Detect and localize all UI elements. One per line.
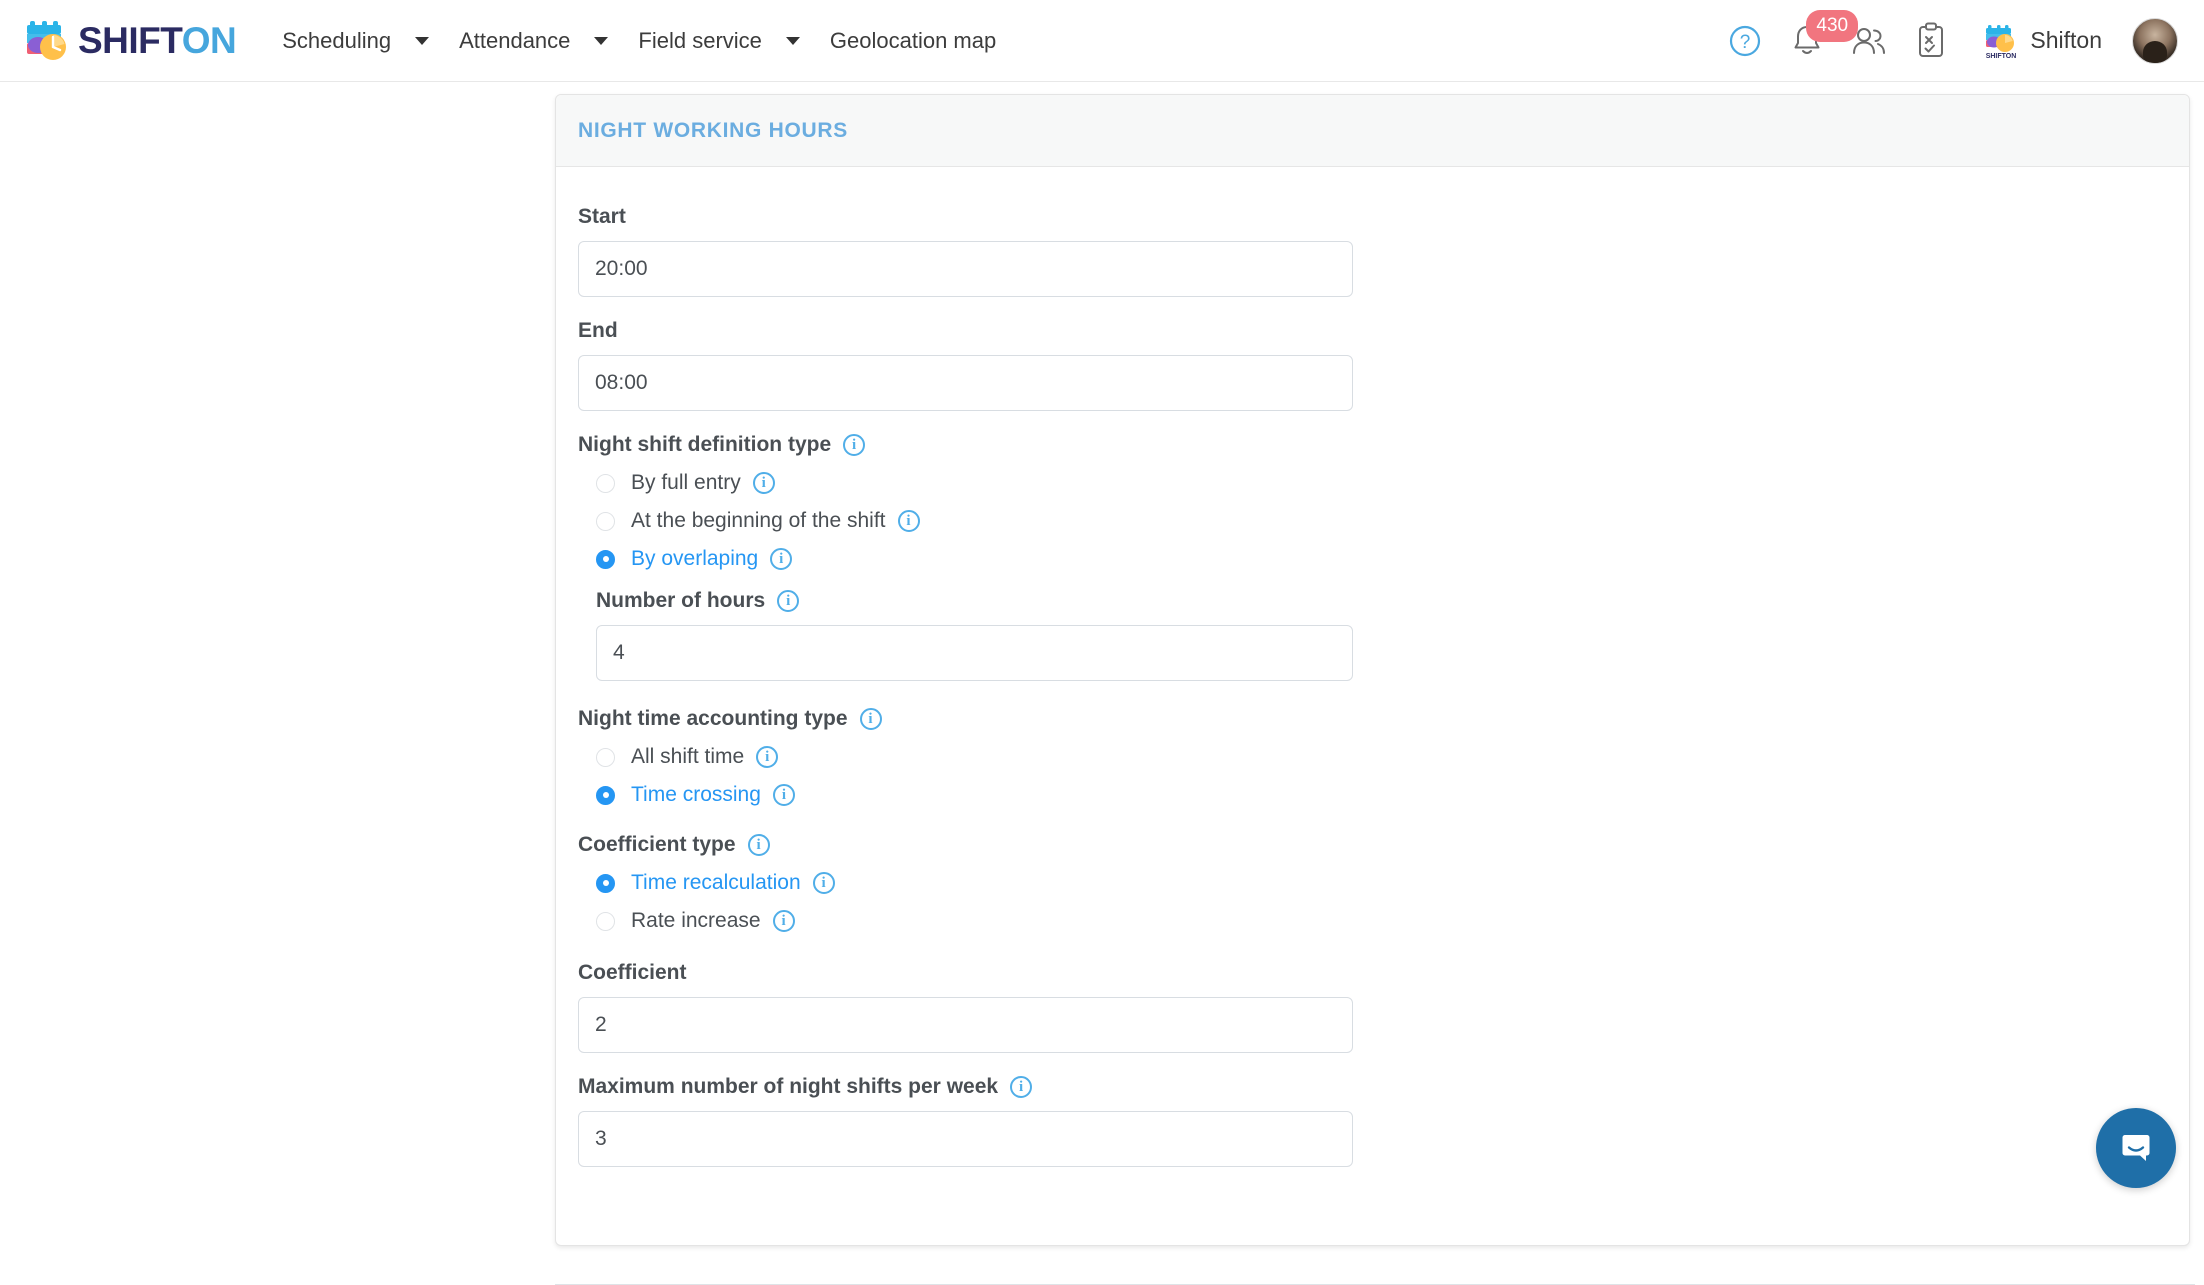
page-content: NIGHT WORKING HOURS Start 20:00 End 08:0… [0, 82, 2204, 1214]
radio-at-beginning-of-shift[interactable]: At the beginning of the shift i [596, 509, 2167, 533]
app-logo[interactable]: SHIFTON [24, 19, 236, 63]
chevron-down-icon-scheduling[interactable] [415, 37, 429, 45]
start-label: Start [578, 205, 2167, 229]
coefficient-type-label: Coefficient type i [578, 833, 2167, 857]
info-icon-time-recalculation[interactable]: i [813, 872, 835, 894]
radio-indicator-time-recalculation[interactable] [596, 874, 615, 893]
coefficient-type-label-text: Coefficient type [578, 833, 736, 857]
svg-text:?: ? [1740, 32, 1751, 53]
number-of-hours-input[interactable]: 4 [596, 625, 1353, 681]
chat-widget-button[interactable] [2096, 1108, 2176, 1188]
info-icon-rate-increase[interactable]: i [773, 910, 795, 932]
svg-text:SHIFTON: SHIFTON [1986, 53, 2017, 60]
info-icon-max-night-shifts[interactable]: i [1010, 1076, 1032, 1098]
logo-word-on: ON [182, 20, 237, 61]
radio-rate-increase[interactable]: Rate increase i [596, 909, 2167, 933]
start-label-text: Start [578, 205, 626, 229]
radio-label-time-crossing: Time crossing [631, 783, 761, 807]
radio-all-shift-time[interactable]: All shift time i [596, 745, 2167, 769]
info-icon-coefficient-type[interactable]: i [748, 834, 770, 856]
company-name-label: Shifton [2030, 27, 2102, 54]
radio-indicator-all-shift-time[interactable] [596, 748, 615, 767]
coefficient-label: Coefficient [578, 961, 2167, 985]
night-working-hours-card: NIGHT WORKING HOURS Start 20:00 End 08:0… [555, 94, 2190, 1246]
tasks-clipboard-icon[interactable] [1900, 18, 1962, 64]
info-icon-accounting-type[interactable]: i [860, 708, 882, 730]
info-icon-all-shift-time[interactable]: i [756, 746, 778, 768]
info-icon-number-of-hours[interactable]: i [777, 590, 799, 612]
top-navigation-bar: SHIFTON Scheduling Attendance Field serv… [0, 0, 2204, 82]
radio-label-time-recalculation: Time recalculation [631, 871, 801, 895]
number-of-hours-label-text: Number of hours [596, 589, 765, 613]
nav-item-geolocation-map[interactable]: Geolocation map [820, 0, 1006, 81]
nav-label-attendance: Attendance [459, 28, 570, 54]
radio-indicator-by-full-entry[interactable] [596, 474, 615, 493]
info-icon-at-beginning-of-shift[interactable]: i [898, 510, 920, 532]
max-night-shifts-label: Maximum number of night shifts per week … [578, 1075, 2167, 1099]
radio-label-rate-increase: Rate increase [631, 909, 761, 933]
header-actions: ? 430 [1714, 18, 2178, 64]
info-icon-by-full-entry[interactable]: i [753, 472, 775, 494]
coefficient-label-text: Coefficient [578, 961, 687, 985]
chat-bubble-icon [2116, 1128, 2156, 1168]
radio-time-crossing[interactable]: Time crossing i [596, 783, 2167, 807]
nav-item-field-service[interactable]: Field service [628, 0, 819, 81]
info-icon-by-overlaping[interactable]: i [770, 548, 792, 570]
logo-wordmark: SHIFTON [78, 22, 236, 59]
radio-label-all-shift-time: All shift time [631, 745, 744, 769]
chevron-down-icon-field-service[interactable] [786, 37, 800, 45]
card-body: Start 20:00 End 08:00 Night shift defini… [556, 167, 2189, 1197]
radio-by-full-entry[interactable]: By full entry i [596, 471, 2167, 495]
radio-label-at-beginning-of-shift: At the beginning of the shift [631, 509, 886, 533]
number-of-hours-label: Number of hours i [596, 589, 2167, 613]
accounting-type-label-text: Night time accounting type [578, 707, 848, 731]
info-icon-definition-type[interactable]: i [843, 434, 865, 456]
accounting-type-label: Night time accounting type i [578, 707, 2167, 731]
card-header: NIGHT WORKING HOURS [556, 95, 2189, 167]
start-input[interactable]: 20:00 [578, 241, 1353, 297]
definition-type-label: Night shift definition type i [578, 433, 2167, 457]
info-icon-time-crossing[interactable]: i [773, 784, 795, 806]
company-switcher[interactable]: SHIFTON Shifton [1984, 24, 2102, 58]
main-nav: Scheduling Attendance Field service Geol… [272, 0, 1006, 81]
nav-label-scheduling: Scheduling [282, 28, 391, 54]
people-icon[interactable] [1838, 18, 1900, 64]
end-label-text: End [578, 319, 618, 343]
radio-label-by-overlaping: By overlaping [631, 547, 758, 571]
shifton-logo-icon [24, 19, 70, 63]
logo-word-shift: SHIFT [78, 20, 182, 61]
radio-label-by-full-entry: By full entry [631, 471, 741, 495]
radio-indicator-by-overlaping[interactable] [596, 550, 615, 569]
max-night-shifts-input[interactable]: 3 [578, 1111, 1353, 1167]
end-input[interactable]: 08:00 [578, 355, 1353, 411]
max-night-shifts-label-text: Maximum number of night shifts per week [578, 1075, 998, 1099]
coefficient-input[interactable]: 2 [578, 997, 1353, 1053]
end-label: End [578, 319, 2167, 343]
help-icon[interactable]: ? [1714, 18, 1776, 64]
chevron-down-icon-attendance[interactable] [594, 37, 608, 45]
radio-indicator-time-crossing[interactable] [596, 786, 615, 805]
nav-label-field-service: Field service [638, 28, 761, 54]
radio-by-overlaping[interactable]: By overlaping i [596, 547, 2167, 571]
nav-item-attendance[interactable]: Attendance [449, 0, 628, 81]
radio-indicator-rate-increase[interactable] [596, 912, 615, 931]
definition-type-label-text: Night shift definition type [578, 433, 831, 457]
user-avatar[interactable] [2132, 18, 2178, 64]
nav-label-geolocation-map: Geolocation map [830, 28, 996, 54]
nav-item-scheduling[interactable]: Scheduling [272, 0, 449, 81]
shifton-mini-logo-icon: SHIFTON [1984, 24, 2018, 58]
page-title: NIGHT WORKING HOURS [578, 119, 848, 143]
radio-time-recalculation[interactable]: Time recalculation i [596, 871, 2167, 895]
radio-indicator-at-beginning-of-shift[interactable] [596, 512, 615, 531]
notifications-bell-icon[interactable]: 430 [1776, 18, 1838, 64]
